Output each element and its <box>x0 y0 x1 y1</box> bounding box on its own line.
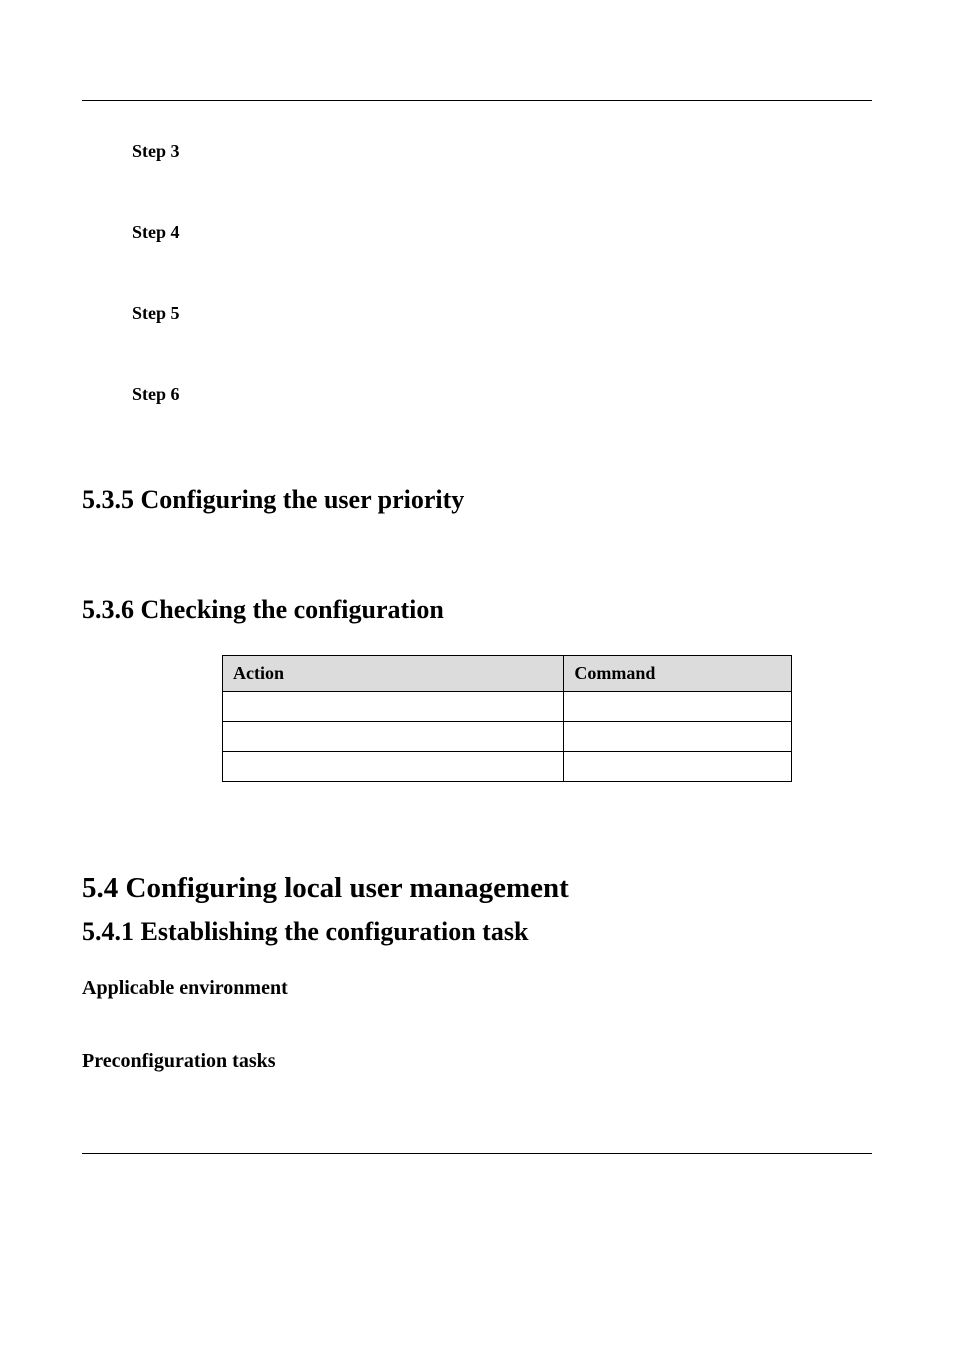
table-header-row: Action Command <box>223 656 792 692</box>
table-cell-command <box>564 722 792 752</box>
heading-5-3-5: 5.3.5 Configuring the user priority <box>82 485 872 515</box>
table-row <box>223 722 792 752</box>
step-3-label: Step 3 <box>132 141 872 162</box>
table-row <box>223 692 792 722</box>
config-check-table: Action Command <box>222 655 872 782</box>
table-header-action: Action <box>223 656 564 692</box>
table-header-command: Command <box>564 656 792 692</box>
table-cell-action <box>223 692 564 722</box>
table-cell-action <box>223 722 564 752</box>
heading-5-4: 5.4 Configuring local user management <box>82 872 872 905</box>
heading-applicable-environment: Applicable environment <box>82 977 872 1000</box>
step-5-label: Step 5 <box>132 303 872 324</box>
table-row <box>223 752 792 782</box>
heading-5-4-1: 5.4.1 Establishing the configuration tas… <box>82 917 872 947</box>
table-cell-command <box>564 692 792 722</box>
step-4-label: Step 4 <box>132 222 872 243</box>
bottom-horizontal-rule <box>82 1153 872 1154</box>
step-6-label: Step 6 <box>132 384 872 405</box>
table-cell-action <box>223 752 564 782</box>
heading-5-3-6: 5.3.6 Checking the configuration <box>82 595 872 625</box>
table-cell-command <box>564 752 792 782</box>
heading-preconfiguration-tasks: Preconfiguration tasks <box>82 1050 872 1073</box>
top-horizontal-rule <box>82 100 872 101</box>
